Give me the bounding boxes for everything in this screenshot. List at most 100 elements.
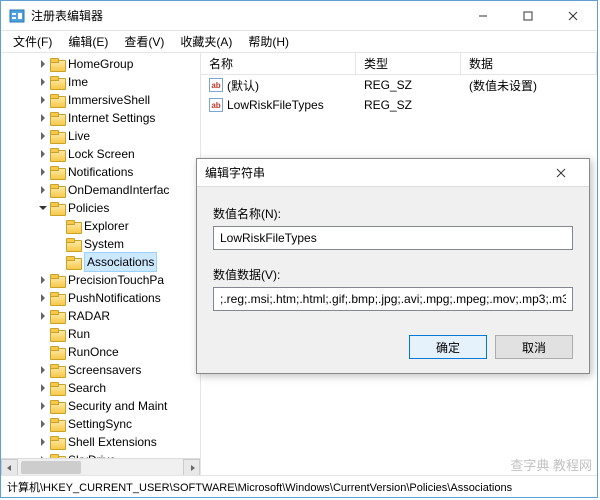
value-type: REG_SZ [364,78,412,92]
no-expander [37,329,48,340]
tree-item[interactable]: Internet Settings [1,109,201,127]
dialog-close-button[interactable] [541,160,581,186]
close-button[interactable] [550,2,595,30]
folder-icon [50,346,64,358]
dialog-title-text: 编辑字符串 [205,164,541,181]
chevron-right-icon[interactable] [37,149,48,160]
tree-item-label: Run [68,325,90,343]
tree-item[interactable]: Search [1,379,201,397]
folder-icon [50,328,64,340]
menubar: 文件(F) 编辑(E) 查看(V) 收藏夹(A) 帮助(H) [1,31,597,53]
tree-item[interactable]: Ime [1,73,201,91]
scroll-right-arrow[interactable] [183,459,200,475]
chevron-right-icon[interactable] [37,419,48,430]
menu-view[interactable]: 查看(V) [118,31,170,52]
chevron-right-icon[interactable] [37,437,48,448]
tree-item-label: Notifications [68,163,133,181]
tree-item-label: Internet Settings [68,109,155,127]
tree-item[interactable]: PushNotifications [1,289,201,307]
scroll-left-arrow[interactable] [1,459,18,475]
tree-item-label: HomeGroup [68,55,133,73]
folder-icon [50,364,64,376]
chevron-right-icon[interactable] [37,401,48,412]
tree-item[interactable]: SkyDrive [1,451,201,458]
tree-item[interactable]: Live [1,127,201,145]
chevron-right-icon[interactable] [37,275,48,286]
no-expander [53,221,64,232]
folder-icon [50,76,64,88]
maximize-button[interactable] [505,2,550,30]
folder-icon [50,382,64,394]
tree-item-label: RADAR [68,307,110,325]
folder-icon [50,400,64,412]
tree-item[interactable]: Explorer [1,217,201,235]
chevron-right-icon[interactable] [37,77,48,88]
tree-item[interactable]: ImmersiveShell [1,91,201,109]
value-data-input[interactable] [213,287,573,311]
tree-item[interactable]: Run [1,325,201,343]
chevron-right-icon[interactable] [37,167,48,178]
tree-item-label: RunOnce [68,343,119,361]
col-data[interactable]: 数据 [461,53,597,74]
col-name[interactable]: 名称 [201,53,356,74]
menu-help[interactable]: 帮助(H) [242,31,295,52]
folder-icon [50,292,64,304]
ok-button[interactable]: 确定 [409,335,487,359]
menu-edit[interactable]: 编辑(E) [62,31,114,52]
tree-panel: HomeGroupImeImmersiveShellInternet Setti… [1,53,201,475]
folder-icon [66,220,80,232]
list-body: ab(默认)REG_SZ(数值未设置)abLowRiskFileTypesREG… [201,75,597,115]
tree-item[interactable]: Associations [1,253,201,271]
value-name-input[interactable] [213,226,573,250]
value-data-label: 数值数据(V): [213,266,573,283]
tree-item-label: Policies [68,199,109,217]
chevron-right-icon[interactable] [37,131,48,142]
tree-item[interactable]: OnDemandInterfac [1,181,201,199]
tree-item[interactable]: Policies [1,199,201,217]
tree-item-label: SettingSync [68,415,132,433]
dialog-body: 数值名称(N): 数值数据(V): [197,187,589,327]
chevron-right-icon[interactable] [37,311,48,322]
tree-item-label: Security and Maint [68,397,167,415]
tree-hscrollbar[interactable] [1,458,200,475]
tree-item-label: PrecisionTouchPa [68,271,164,289]
menu-file[interactable]: 文件(F) [7,31,58,52]
no-expander [37,347,48,358]
tree-item-label: Search [68,379,106,397]
tree-item[interactable]: SettingSync [1,415,201,433]
scroll-track[interactable] [18,459,183,475]
tree-item[interactable]: Lock Screen [1,145,201,163]
value-data: (数值未设置) [469,77,537,94]
tree-item[interactable]: System [1,235,201,253]
tree-item[interactable]: Screensavers [1,361,201,379]
menu-favorites[interactable]: 收藏夹(A) [174,31,238,52]
string-value-icon: ab [209,78,223,92]
chevron-right-icon[interactable] [37,113,48,124]
chevron-right-icon[interactable] [37,59,48,70]
registry-tree[interactable]: HomeGroupImeImmersiveShellInternet Setti… [1,53,201,458]
chevron-down-icon[interactable] [37,203,48,214]
tree-item[interactable]: Shell Extensions [1,433,201,451]
folder-icon [50,436,64,448]
chevron-right-icon[interactable] [37,293,48,304]
tree-item-label: Explorer [84,217,129,235]
tree-item-label: PushNotifications [68,289,161,307]
chevron-right-icon[interactable] [37,365,48,376]
tree-item[interactable]: HomeGroup [1,55,201,73]
tree-item[interactable]: Notifications [1,163,201,181]
tree-item[interactable]: Security and Maint [1,397,201,415]
cancel-button[interactable]: 取消 [495,335,573,359]
tree-item[interactable]: PrecisionTouchPa [1,271,201,289]
chevron-right-icon[interactable] [37,185,48,196]
scroll-thumb[interactable] [21,461,81,474]
list-row[interactable]: abLowRiskFileTypesREG_SZ [201,95,597,115]
col-type[interactable]: 类型 [356,53,461,74]
folder-icon [50,418,64,430]
chevron-right-icon[interactable] [37,383,48,394]
tree-item[interactable]: RADAR [1,307,201,325]
tree-item-label: System [84,235,124,253]
tree-item[interactable]: RunOnce [1,343,201,361]
chevron-right-icon[interactable] [37,95,48,106]
list-row[interactable]: ab(默认)REG_SZ(数值未设置) [201,75,597,95]
minimize-button[interactable] [460,2,505,30]
